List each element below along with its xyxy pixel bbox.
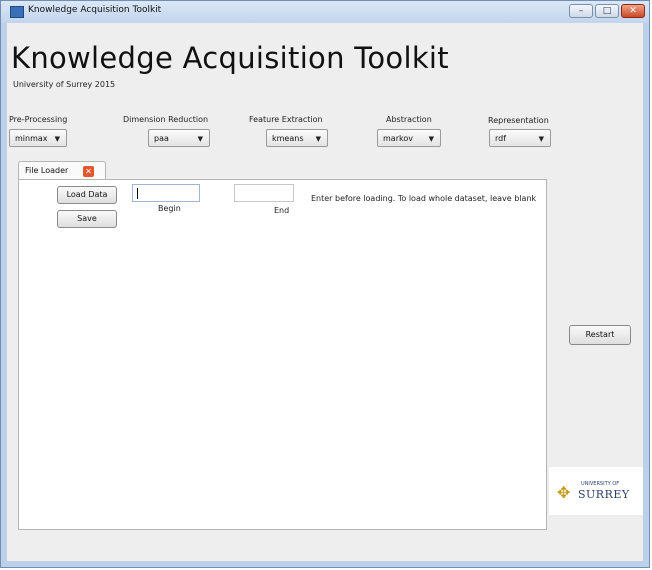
end-input[interactable] [234,184,294,202]
chevron-down-icon: ▼ [428,135,434,143]
feature-extraction-value: kmeans [272,134,304,143]
representation-label: Representation [488,116,549,125]
logo-small-text: UNIVERSITY OF [581,481,620,487]
chevron-down-icon: ▼ [315,135,321,143]
app-icon [10,6,24,18]
minimize-button[interactable]: – [569,4,593,18]
dimension-reduction-label: Dimension Reduction [123,115,209,124]
preprocessing-label: Pre-Processing [9,115,68,124]
end-label: End [274,206,290,215]
tab-file-loader-label: File Loader [25,166,69,175]
title-bar[interactable]: Knowledge Acquisition Toolkit – □ ✕ [1,1,649,23]
close-window-button[interactable]: ✕ [621,4,645,18]
stag-icon: ✥ [557,483,571,502]
load-data-button[interactable]: Load Data [57,186,117,204]
feature-extraction-label: Feature Extraction [249,115,323,124]
chevron-down-icon: ▼ [54,135,60,143]
client-area: Knowledge Acquisition Toolkit University… [7,23,643,561]
tab-file-loader[interactable]: File Loader ✕ [18,161,106,180]
window-title: Knowledge Acquisition Toolkit [28,5,162,15]
abstraction-value: markov [383,134,413,143]
page-title: Knowledge Acquisition Toolkit [11,41,449,75]
feature-extraction-select[interactable]: kmeans ▼ [266,129,328,147]
begin-input[interactable] [132,184,200,202]
file-loader-panel: Load Data Save Begin End Enter before lo… [18,179,547,530]
restart-button[interactable]: Restart [569,325,631,345]
app-window: Knowledge Acquisition Toolkit – □ ✕ Know… [0,0,650,568]
representation-select[interactable]: rdf ▼ [489,129,551,147]
representation-value: rdf [495,134,507,143]
chevron-down-icon: ▼ [538,135,544,143]
chevron-down-icon: ▼ [197,135,203,143]
save-button[interactable]: Save [57,210,117,228]
close-icon[interactable]: ✕ [83,166,94,177]
university-logo: ✥ UNIVERSITY OF SURREY [549,467,643,515]
logo-big-text: SURREY [578,488,630,501]
maximize-button[interactable]: □ [595,4,619,18]
preprocessing-value: minmax [15,134,48,143]
load-hint-text: Enter before loading. To load whole data… [311,194,537,203]
begin-label: Begin [158,204,181,213]
page-subtitle: University of Surrey 2015 [13,80,116,89]
preprocessing-select[interactable]: minmax ▼ [9,129,67,147]
dimension-reduction-value: paa [154,134,169,143]
dimension-reduction-select[interactable]: paa ▼ [148,129,210,147]
abstraction-select[interactable]: markov ▼ [377,129,441,147]
abstraction-label: Abstraction [386,115,432,124]
text-caret [137,188,138,199]
